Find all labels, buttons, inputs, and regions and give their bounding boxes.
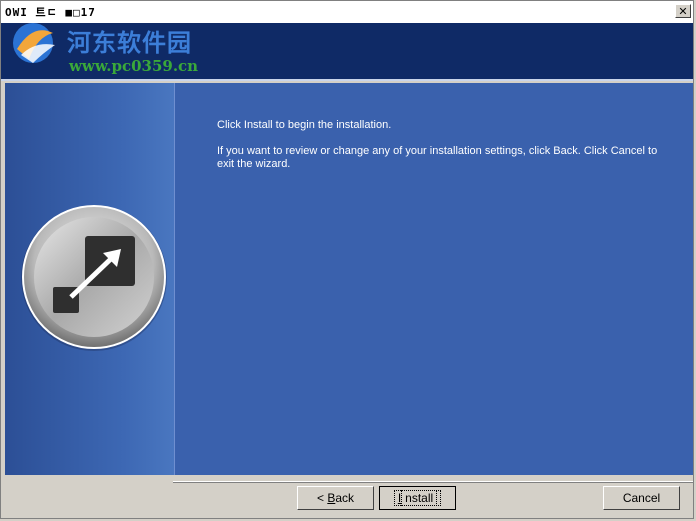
content-panel: Click Install to begin the installation.…: [175, 83, 693, 475]
back-label-rest: ack: [335, 491, 355, 505]
pc0359-logo-icon: [13, 23, 55, 63]
back-button[interactable]: < Back: [297, 486, 374, 510]
back-prefix: <: [316, 491, 328, 505]
button-bar: < Back Install Cancel: [173, 481, 693, 516]
close-icon: ✕: [678, 5, 688, 18]
install-focus-frame: Install: [393, 490, 442, 506]
wizard-header: 河东软件园 www.pc0359.cn: [1, 23, 693, 81]
install-label-rest: nstall: [401, 490, 438, 506]
installer-window: OWI 트ㄷ ■□17 ✕ 河东软件园 www.pc0359.cn Click …: [0, 0, 694, 519]
watermark: 河东软件园 www.pc0359.cn: [5, 17, 235, 81]
install-button[interactable]: Install: [379, 486, 456, 510]
metallic-install-emblem-icon: [21, 205, 167, 351]
install-prompt-text: Click Install to begin the installation.: [217, 119, 392, 131]
footer-left-strip: [1, 481, 173, 515]
close-button[interactable]: ✕: [675, 4, 691, 18]
watermark-site-name: 河东软件园: [67, 28, 192, 57]
review-instructions-text: If you want to review or change any of y…: [217, 145, 658, 170]
watermark-url: www.pc0359.cn: [69, 57, 199, 75]
cancel-button[interactable]: Cancel: [603, 486, 680, 510]
sidebar-panel: [5, 83, 175, 475]
